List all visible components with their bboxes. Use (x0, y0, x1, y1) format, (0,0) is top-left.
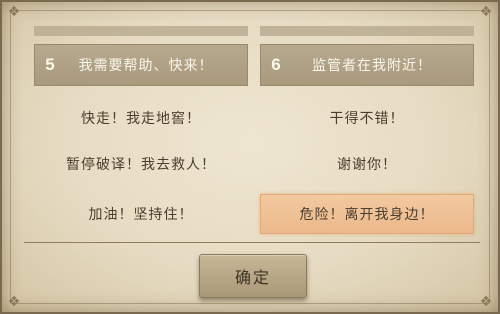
option-keep-going[interactable]: 加油！坚持住！ (34, 194, 248, 234)
corner-ornament-icon: ❖ (479, 294, 493, 310)
top-strip-right (260, 26, 474, 36)
confirm-button[interactable]: 确定 (199, 254, 307, 298)
option-stop-decoding[interactable]: 暂停破译！我去救人！ (34, 144, 248, 184)
quick-chat-panel: ❖ ❖ ❖ ❖ 5 我需要帮助、快来！ 6 监管者在我附近！ 快走！我走地窖！ … (0, 0, 500, 314)
message-number: 6 (271, 55, 281, 74)
message-number: 5 (45, 55, 55, 74)
option-danger-selected[interactable]: 危险！离开我身边！ (260, 194, 474, 234)
option-quick-leave[interactable]: 快走！我走地窖！ (34, 98, 248, 138)
message-5-button[interactable]: 5 我需要帮助、快来！ (34, 44, 248, 86)
message-6-button[interactable]: 6 监管者在我附近！ (260, 44, 474, 86)
corner-ornament-icon: ❖ (7, 294, 21, 310)
option-well-done[interactable]: 干得不错！ (260, 98, 474, 138)
corner-ornament-icon: ❖ (7, 4, 21, 20)
option-thank-you[interactable]: 谢谢你！ (260, 144, 474, 184)
corner-ornament-icon: ❖ (479, 4, 493, 20)
message-label: 监管者在我附近！ (312, 58, 432, 74)
message-label: 我需要帮助、快来！ (78, 58, 214, 74)
divider (24, 242, 480, 243)
top-strip-left (34, 26, 248, 36)
